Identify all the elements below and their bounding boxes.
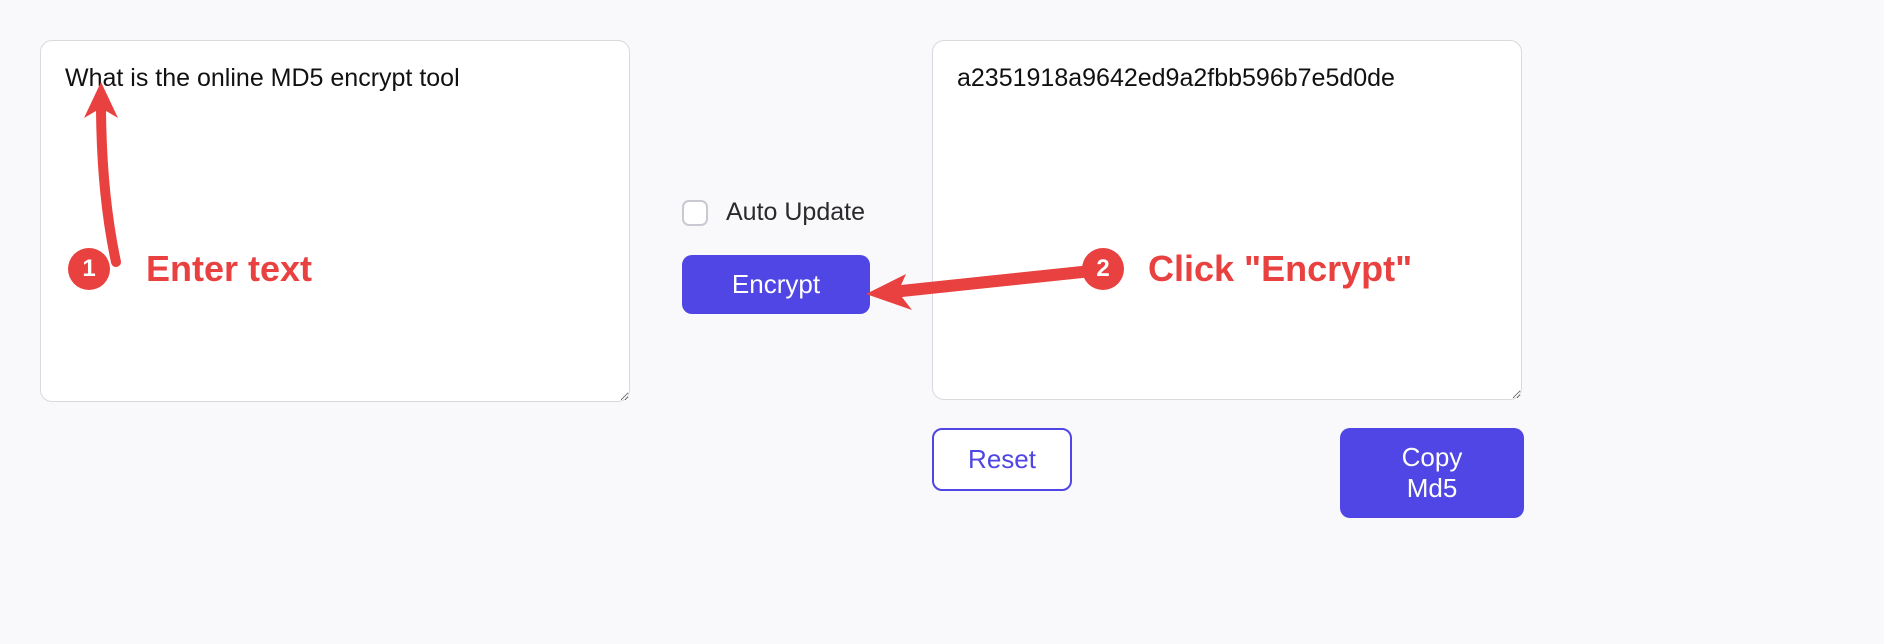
middle-controls: Auto Update Encrypt — [682, 198, 870, 314]
copy-md5-button[interactable]: Copy Md5 — [1340, 428, 1524, 518]
auto-update-checkbox[interactable] — [682, 200, 708, 226]
app-container: What is the online MD5 encrypt tool a235… — [0, 0, 1884, 644]
encrypt-button[interactable]: Encrypt — [682, 255, 870, 314]
output-textarea[interactable]: a2351918a9642ed9a2fbb596b7e5d0de — [932, 40, 1522, 400]
auto-update-label: Auto Update — [726, 198, 865, 227]
reset-button[interactable]: Reset — [932, 428, 1072, 491]
input-textarea[interactable]: What is the online MD5 encrypt tool — [40, 40, 630, 402]
auto-update-row: Auto Update — [682, 198, 870, 227]
